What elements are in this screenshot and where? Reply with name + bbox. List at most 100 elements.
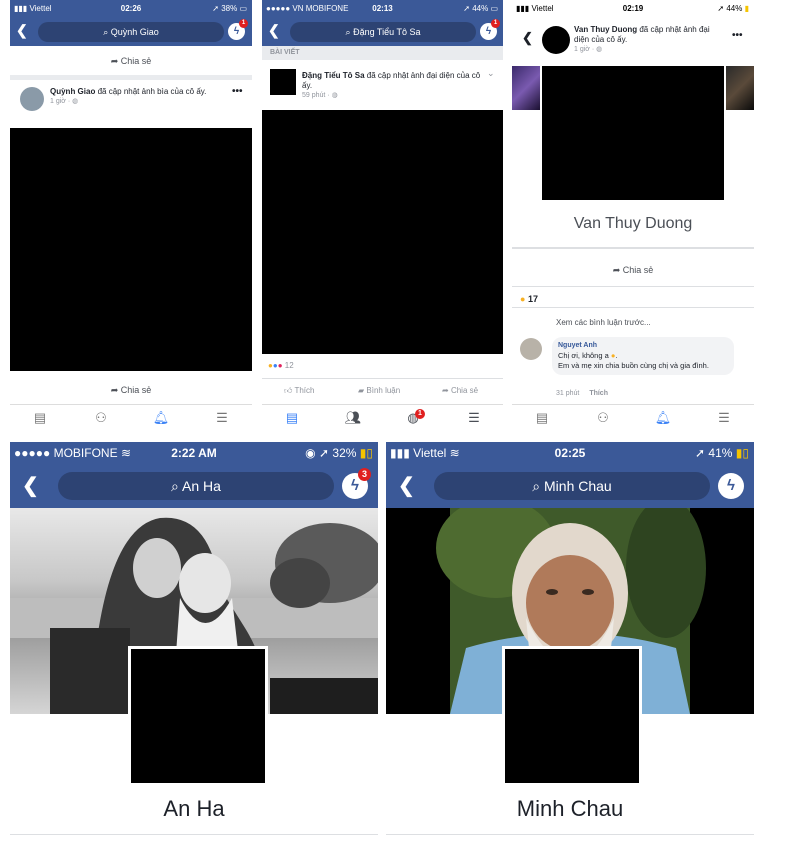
comment-button[interactable]: ▰ Bình luận (358, 386, 400, 395)
tab-bar: ▤ ⚇ 🔔︎ ☰ (10, 404, 252, 431)
post-avatar[interactable] (542, 26, 570, 54)
share-button[interactable]: ➦ Chia sẻ (442, 386, 478, 395)
comment-like-link[interactable]: Thích (589, 390, 608, 397)
profile-picture-redacted[interactable] (502, 646, 642, 786)
thumbs-up-icon: 👍︎ (284, 386, 293, 395)
search-bar[interactable]: ⌕ Minh Chau (434, 472, 710, 500)
tab-notification-badge: 1 (415, 409, 425, 419)
section-header: BÀI VIẾT (262, 46, 503, 60)
friends-icon[interactable]: ⚇ (593, 410, 613, 426)
search-icon: ⌕ (532, 478, 541, 494)
screenshot-minh-chau: ▮▮▮ Viettel ≋ 02:25 ➚ 41% ▮▯ ❮ ⌕ Minh Ch… (386, 442, 754, 842)
tab-bar: ▤ ⚇ 🔔︎ ☰ (512, 404, 754, 431)
cover-photo-redacted[interactable] (10, 128, 252, 371)
divider (512, 307, 754, 308)
comment-meta: 31 phút Thích (556, 390, 608, 397)
nav-bar: ❮ ⌕ Đặng Tiểu Tô Sa ϟ 1 (262, 18, 503, 46)
menu-icon[interactable]: ☰ (212, 410, 232, 426)
post-header: Quỳnh Giao đã cập nhật ảnh bìa của cô ấy… (50, 87, 207, 105)
sad-reaction-icon: ● (520, 294, 526, 304)
status-bar: ▮▮▮ Viettel 02:26 ➚ 38% ▭ (10, 0, 252, 18)
notifications-bell-icon[interactable]: 🔔︎ (653, 410, 673, 426)
profile-photo-redacted[interactable] (262, 110, 503, 354)
profile-picture-redacted[interactable] (128, 646, 268, 786)
share-row[interactable]: ➦ Chia sẻ (512, 265, 754, 276)
share-icon: ➦ (442, 386, 449, 395)
menu-icon[interactable]: ☰ (464, 410, 484, 426)
battery-icon: ▮▯ (359, 446, 373, 460)
view-previous-comments[interactable]: Xem các bình luận trước... (556, 318, 651, 327)
nav-bar: ❮ ⌕ An Ha ϟ 3 (10, 464, 378, 508)
news-feed-icon[interactable]: ▤ (532, 410, 552, 426)
share-icon: ➦ (612, 265, 621, 275)
divider (512, 286, 754, 287)
nav-bar: ❮ ⌕ Quỳnh Giao ϟ 1 (10, 18, 252, 46)
post-avatar-redacted[interactable] (270, 69, 296, 95)
share-icon: ➦ (110, 56, 119, 66)
battery-icon: ▭ (239, 4, 247, 13)
profile-name: Minh Chau (516, 796, 624, 821)
status-bar: ●●●●● VN MOBIFONE 02:13 ➚ 44% ▭ (262, 0, 503, 18)
battery-icon: ▭ (490, 4, 498, 13)
friends-icon[interactable]: 👥︎ (343, 410, 363, 426)
screenshot-an-ha: ●●●●● MOBIFONE ≋ 2:22 AM ◉ ➚ 32% ▮▯ ❮ ⌕ … (10, 442, 378, 842)
chevron-down-icon[interactable]: ⌄ (487, 68, 495, 79)
divider (512, 247, 754, 249)
commenter-avatar[interactable] (520, 338, 542, 360)
globe-icon: ◍ (72, 98, 79, 105)
screenshot-quynh-giao: ▮▮▮ Viettel 02:26 ➚ 38% ▭ ❮ ⌕ Quỳnh Giao… (10, 0, 252, 432)
more-options-icon[interactable]: ••• (232, 86, 243, 97)
comment-author[interactable]: Nguyet Anh (558, 341, 728, 351)
location-icon: ➚ (463, 4, 470, 13)
status-bar: ●●●●● MOBIFONE ≋ 2:22 AM ◉ ➚ 32% ▮▯ (10, 442, 378, 464)
search-bar[interactable]: ⌕ Quỳnh Giao (38, 22, 224, 42)
reactions-row[interactable]: ● 17 (520, 294, 538, 304)
post-header: Đặng Tiểu Tô Sa đã cập nhật ảnh đại diện… (302, 71, 481, 99)
notification-badge: 3 (358, 468, 371, 481)
sad-emoji-icon: ● (610, 351, 616, 360)
battery-icon: ▮ (744, 4, 749, 13)
back-icon[interactable]: ❮ (22, 473, 39, 498)
profile-name: An Ha (163, 796, 225, 821)
more-options-icon[interactable]: ••• (732, 30, 743, 41)
notification-badge: 1 (239, 19, 248, 28)
share-row-top[interactable]: ➦ Chia sẻ (10, 50, 252, 72)
screenshot-van-thuy-duong: ▮▮▮ Viettel 02:19 ➚ 44% ▮ ❮ Van Thuy Duo… (512, 0, 754, 432)
post-author[interactable]: Van Thuy Duong (574, 25, 637, 34)
search-icon: ⌕ (103, 27, 109, 37)
location-icon: ➚ (319, 446, 330, 460)
friends-icon[interactable]: ⚇ (91, 410, 111, 426)
post-header: Van Thuy Duong đã cập nhật ảnh đại diện … (574, 25, 710, 53)
share-row-bottom[interactable]: ➦ Chia sẻ (10, 380, 252, 400)
post-author[interactable]: Quỳnh Giao (50, 87, 95, 96)
post-author[interactable]: Đặng Tiểu Tô Sa (302, 71, 365, 80)
back-icon[interactable]: ❮ (268, 22, 280, 39)
comment-bubble: Nguyet Anh Chị ơi, không a ●. Em và mẹ x… (552, 337, 734, 375)
notifications-bell-icon[interactable]: 🔔︎ (151, 410, 171, 426)
back-icon[interactable]: ❮ (398, 473, 415, 498)
notification-badge: 1 (491, 19, 500, 28)
post-avatar[interactable] (20, 87, 44, 111)
reactions-row[interactable]: ●●● 12 (268, 360, 294, 372)
back-icon[interactable]: ❮ (522, 30, 533, 46)
back-icon[interactable]: ❮ (16, 22, 28, 39)
messenger-icon[interactable]: ϟ (718, 473, 744, 499)
divider (10, 75, 252, 80)
search-bar[interactable]: ⌕ An Ha (58, 472, 334, 500)
location-icon: ➚ (717, 4, 725, 13)
search-icon: ⌕ (345, 27, 351, 37)
news-feed-icon[interactable]: ▤ (282, 410, 302, 426)
cover-strip-right (726, 66, 754, 110)
divider (262, 378, 503, 379)
like-button[interactable]: 👍︎ Thích (284, 386, 314, 396)
screenshot-dang-tieu-to-sa: ●●●●● VN MOBIFONE 02:13 ➚ 44% ▭ ❮ ⌕ Đặng… (262, 0, 503, 432)
search-bar[interactable]: ⌕ Đặng Tiểu Tô Sa (290, 22, 476, 42)
nav-bar: ❮ ⌕ Minh Chau ϟ (386, 464, 754, 508)
status-bar: ▮▮▮ Viettel ≋ 02:25 ➚ 41% ▮▯ (386, 442, 754, 464)
menu-icon[interactable]: ☰ (714, 410, 734, 426)
search-icon: ⌕ (171, 478, 179, 494)
comment-icon: ▰ (358, 386, 365, 395)
profile-photo-redacted[interactable] (542, 66, 724, 200)
news-feed-icon[interactable]: ▤ (30, 410, 50, 426)
profile-name: Van Thuy Duong (573, 215, 693, 232)
